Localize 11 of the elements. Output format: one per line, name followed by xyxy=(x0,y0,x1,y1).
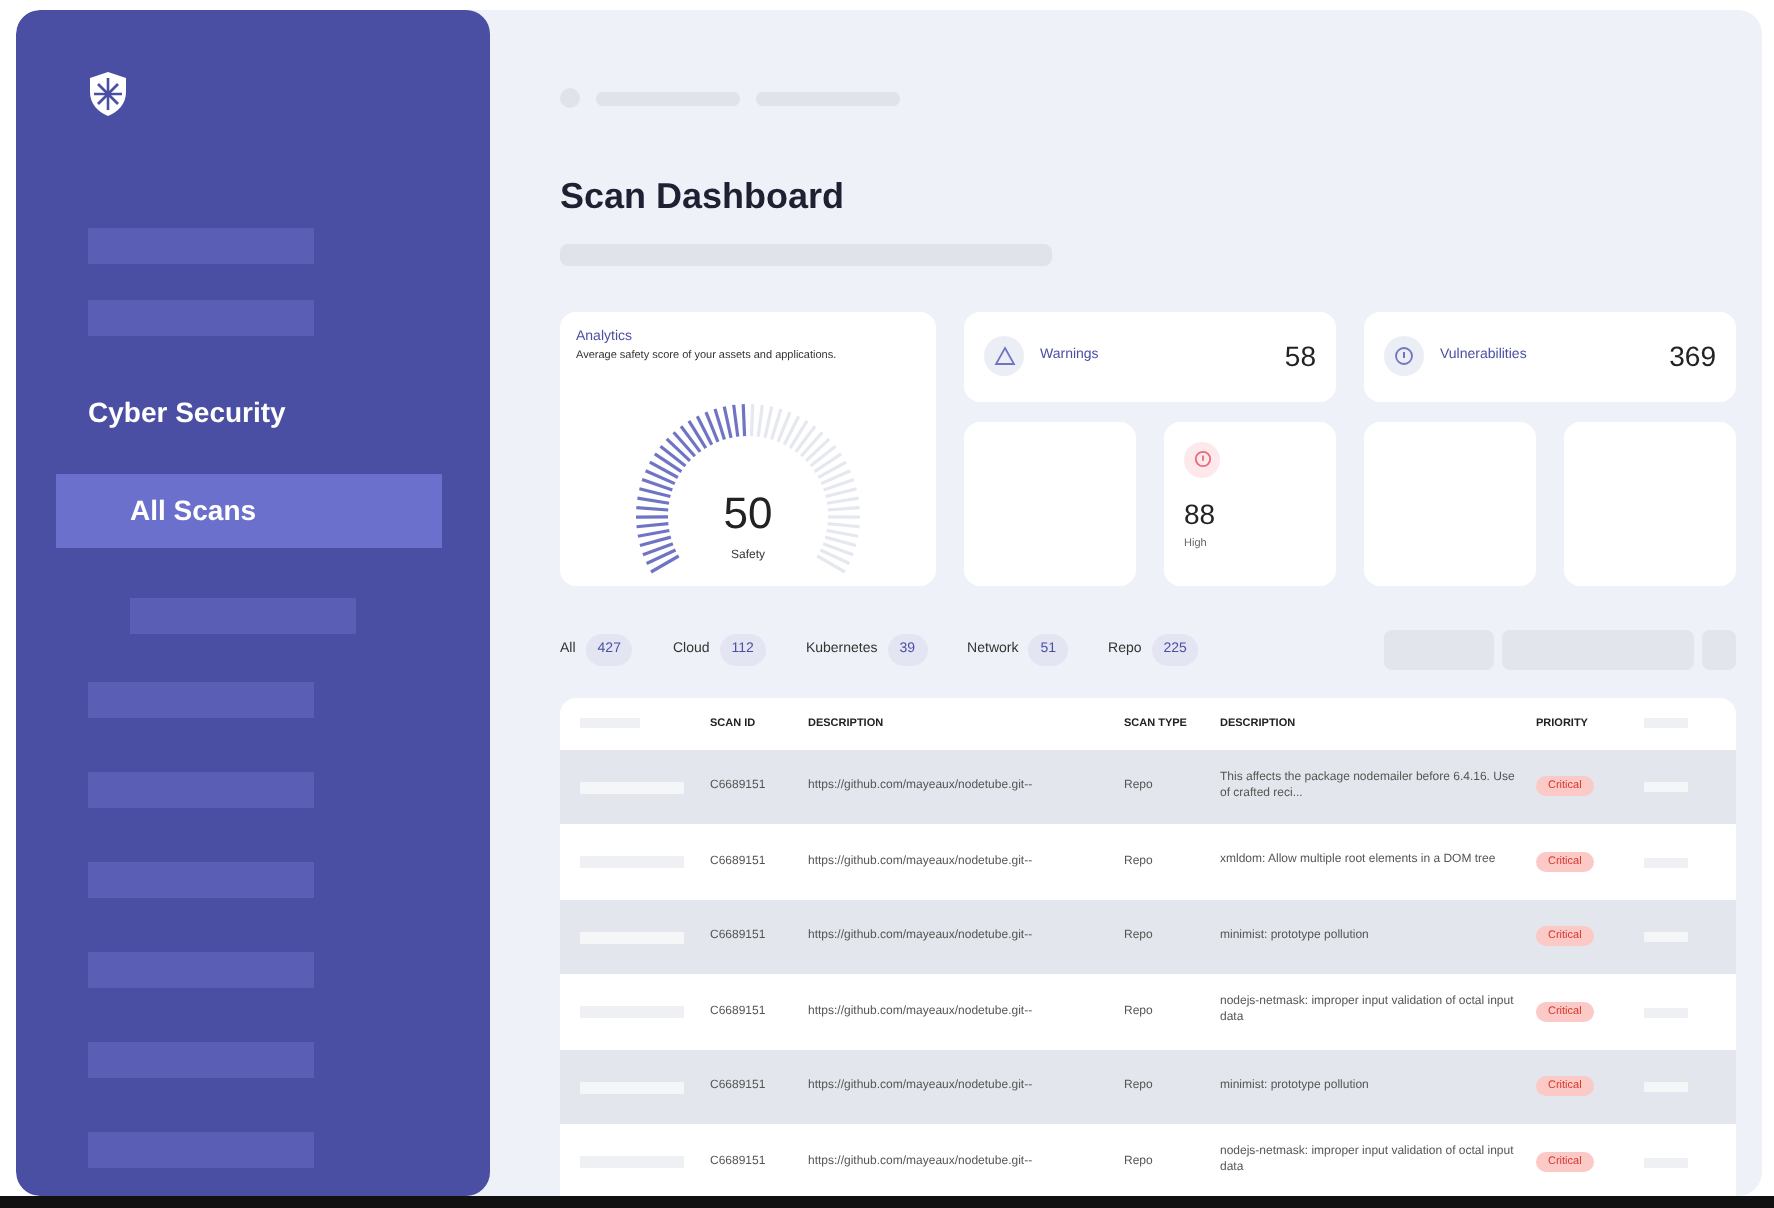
stat-value: 58 xyxy=(1284,337,1316,376)
stat-value: 369 xyxy=(1669,337,1716,376)
severity-value: 88 xyxy=(1184,495,1218,534)
shield-logo-icon xyxy=(88,70,128,118)
gauge-value: 50 xyxy=(723,485,773,542)
info-icon xyxy=(1384,336,1424,377)
page-title: Scan Dashboard xyxy=(560,174,847,220)
warning-icon xyxy=(984,336,1024,377)
sidebar-item[interactable]: All Scans xyxy=(56,474,442,548)
sidebar-section-title: Cyber Security xyxy=(88,394,288,432)
alert-icon xyxy=(1184,441,1220,478)
